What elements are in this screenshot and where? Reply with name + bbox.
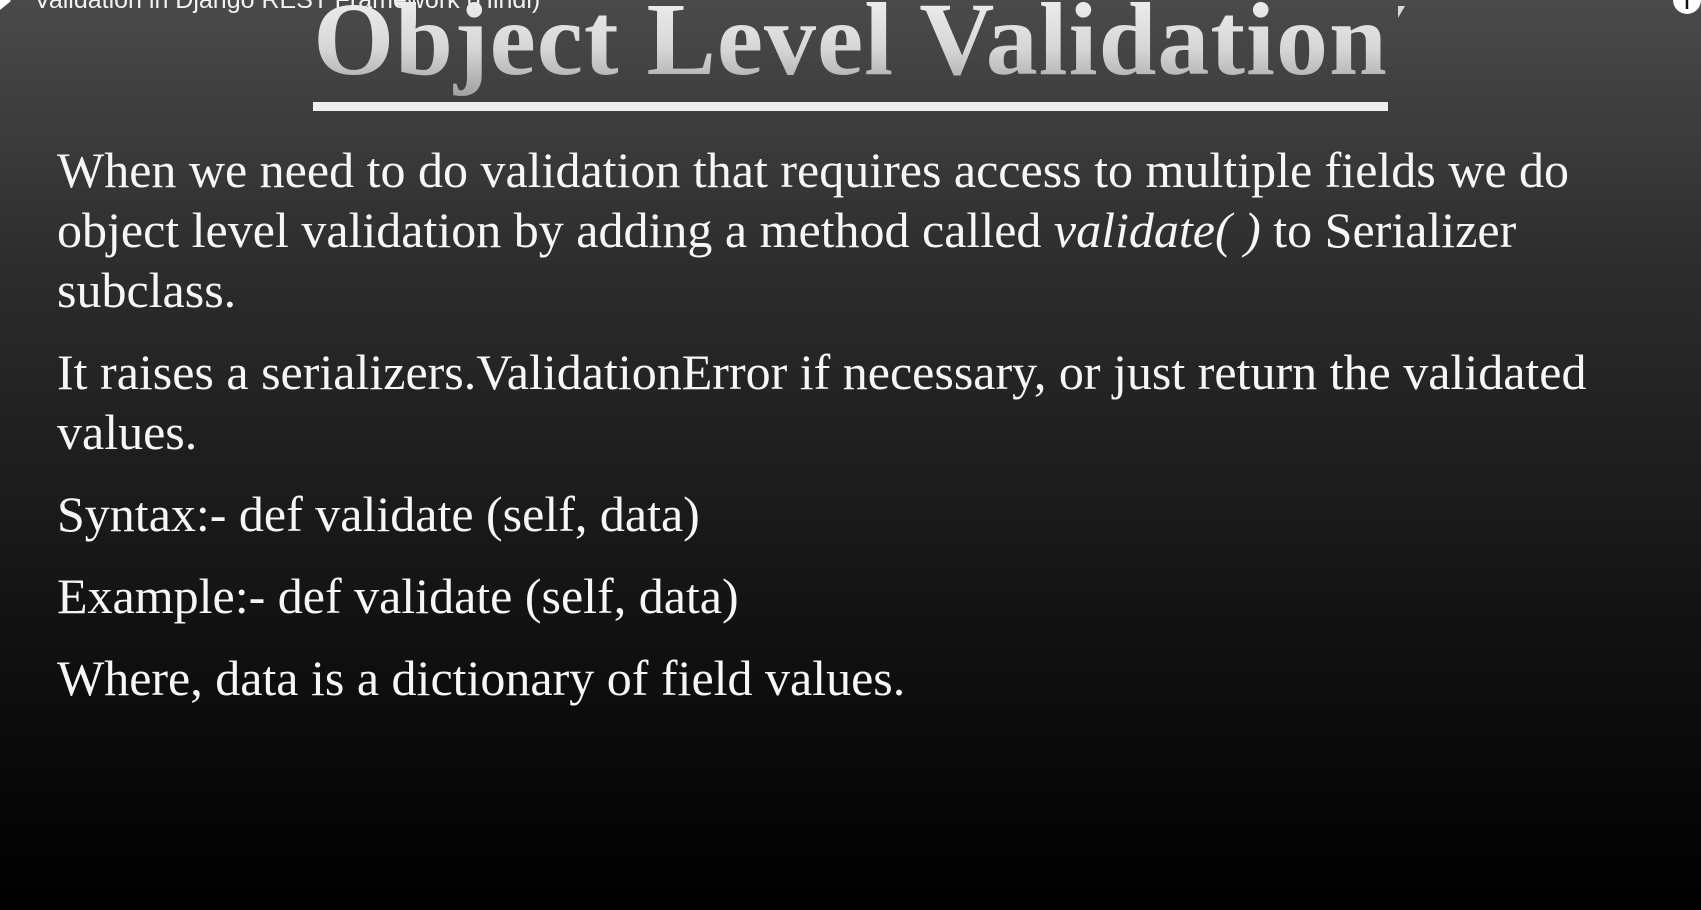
mouse-cursor-icon bbox=[1398, 6, 1405, 18]
where-line: Where, data is a dictionary of field val… bbox=[57, 650, 906, 706]
slide-title-wrapper: Object Level Validation bbox=[0, 0, 1701, 111]
syntax-line: Syntax:- def validate (self, data) bbox=[57, 486, 700, 542]
slide-title: Object Level Validation bbox=[313, 0, 1388, 111]
validate-method-name: validate( ) bbox=[1053, 202, 1261, 258]
slide-content: When we need to do validation that requi… bbox=[57, 140, 1697, 708]
paragraph-object-level-validation: When we need to do validation that requi… bbox=[57, 140, 1697, 320]
example-line: Example:- def validate (self, data) bbox=[57, 568, 739, 624]
paragraph-validation-error: It raises a serializers.ValidationError … bbox=[57, 344, 1587, 460]
